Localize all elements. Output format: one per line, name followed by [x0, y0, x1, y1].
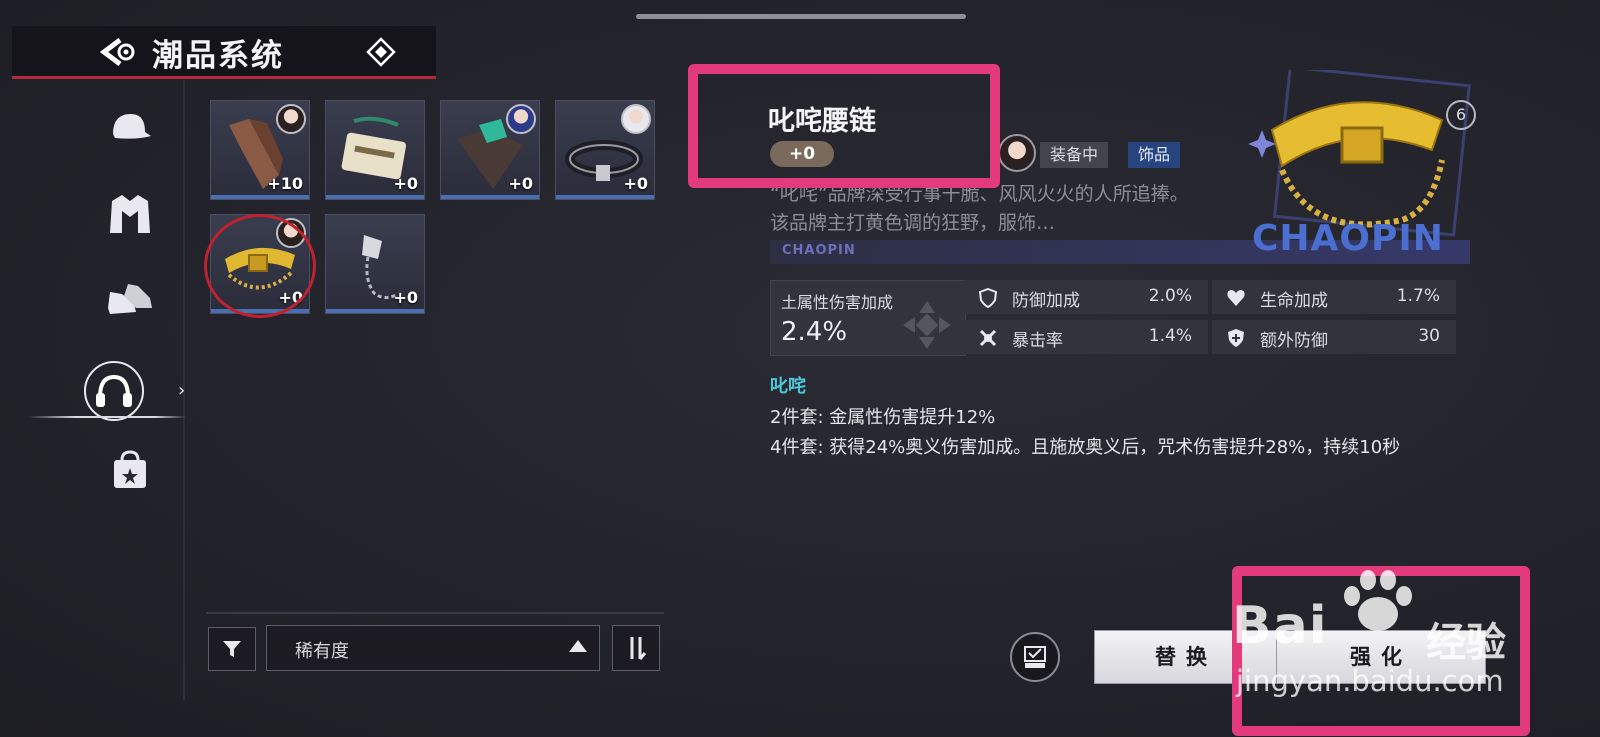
filter-button[interactable]	[208, 627, 256, 671]
watermark-brand-tail: 经验	[1426, 620, 1506, 666]
item-level: +10	[267, 174, 303, 193]
item-slot-scarf[interactable]: +0	[440, 100, 540, 200]
watermark-brand: Bai	[1232, 596, 1328, 656]
sub-stat-value: 1.4%	[1148, 326, 1192, 346]
sort-dropdown-label: 稀有度	[295, 641, 349, 662]
bag-icon	[114, 450, 146, 488]
sub-stat-crit: 暴击率 1.4%	[964, 320, 1208, 354]
rarity-bar	[326, 195, 424, 199]
rarity-bar	[441, 195, 539, 199]
category-jacket[interactable]	[100, 184, 160, 244]
sub-stat-label: 防御加成	[1012, 291, 1080, 311]
sub-stat-label: 生命加成	[1260, 291, 1328, 311]
item-slot-tie[interactable]: +10	[210, 100, 310, 200]
crit-icon	[979, 329, 997, 347]
category-bag[interactable]	[100, 440, 160, 500]
owner-avatar	[621, 104, 651, 134]
jacket-icon	[110, 195, 150, 233]
owner-avatar	[506, 104, 536, 134]
sort-order-toggle-button[interactable]	[612, 625, 660, 671]
item-level: +0	[393, 174, 418, 193]
loadout-button[interactable]	[1010, 632, 1060, 682]
main-stat-card: 土属性伤害加成 2.4%	[770, 280, 966, 356]
main-stat-value: 2.4%	[781, 317, 848, 347]
shoes-icon	[108, 284, 152, 314]
sub-stat-value: 1.7%	[1396, 286, 1440, 306]
item-slot-chain-pendant[interactable]: +0	[325, 214, 425, 314]
heart-icon	[1227, 290, 1245, 306]
item-description[interactable]: “叱咤”品牌深受行事干脆、风风火火的人所追捧。该品牌主打黄色调的狂野，服饰…	[770, 180, 1202, 238]
earth-element-icon	[903, 301, 951, 349]
sub-stat-defense: 防御加成 2.0%	[964, 280, 1208, 314]
caret-up-icon	[569, 640, 587, 652]
brand-strip-label: CHAOPIN	[782, 243, 856, 258]
filter-funnel-icon	[223, 641, 241, 657]
set-number-icon: 6	[1446, 100, 1476, 130]
cap-icon	[113, 114, 151, 139]
active-category-arrow-icon: ›	[178, 380, 186, 401]
shield-icon	[978, 288, 998, 308]
sub-stat-label: 暴击率	[1012, 331, 1063, 351]
set-name: 叱咤	[770, 376, 806, 397]
shield-plus-icon	[1228, 329, 1244, 347]
category-cap[interactable]	[100, 98, 160, 158]
top-drag-handle	[636, 14, 966, 19]
rarity-bar	[556, 195, 654, 199]
set-bonus-4: 4件套: 获得24%奥义伤害加成。且施放奥义后，咒术伤害提升28%，持续10秒	[770, 437, 1401, 458]
sub-stat-value: 2.0%	[1148, 286, 1192, 306]
owner-avatar	[276, 104, 306, 134]
highlight-box-item-name	[688, 64, 1000, 188]
set-bonus-2: 2件套: 金属性伤害提升12%	[770, 407, 996, 428]
item-slot-belt[interactable]: +0	[555, 100, 655, 200]
sort-order-icon	[630, 637, 647, 660]
item-level: +0	[508, 174, 533, 193]
rarity-bar	[211, 195, 309, 199]
watermark-url: jingyan.baidu.com	[1236, 664, 1504, 698]
loadout-checklist-icon	[1024, 646, 1046, 668]
equipped-status-tag: 装备中	[1040, 142, 1109, 168]
selected-item-ring	[204, 214, 316, 318]
diamond-info-icon[interactable]	[366, 37, 396, 67]
headphones-icon	[96, 374, 132, 407]
back-arrow-icon[interactable]	[98, 36, 138, 68]
category-headphones[interactable]	[84, 361, 144, 421]
paw-logo-icon	[1344, 570, 1412, 631]
rarity-bar	[326, 309, 424, 313]
item-slot-badge[interactable]: +0	[325, 100, 425, 200]
item-level: +0	[393, 288, 418, 307]
sub-stat-label: 额外防御	[1260, 331, 1328, 351]
sub-stat-hp: 生命加成 1.7%	[1212, 280, 1456, 314]
item-type-tag: 饰品	[1128, 142, 1181, 168]
page-title: 潮品系统	[152, 38, 284, 74]
category-shoes[interactable]	[100, 268, 160, 328]
equipped-owner-avatar[interactable]	[998, 134, 1036, 172]
filter-divider	[206, 612, 664, 614]
item-level: +0	[623, 174, 648, 193]
sub-stat-extra-defense: 额外防御 30	[1212, 320, 1456, 354]
active-category-underline	[28, 416, 186, 418]
main-stat-label: 土属性伤害加成	[781, 293, 894, 312]
sort-dropdown[interactable]: 稀有度	[266, 625, 600, 671]
brand-watermark: CHAOPIN	[1252, 218, 1444, 259]
sub-stat-value: 30	[1418, 326, 1440, 346]
